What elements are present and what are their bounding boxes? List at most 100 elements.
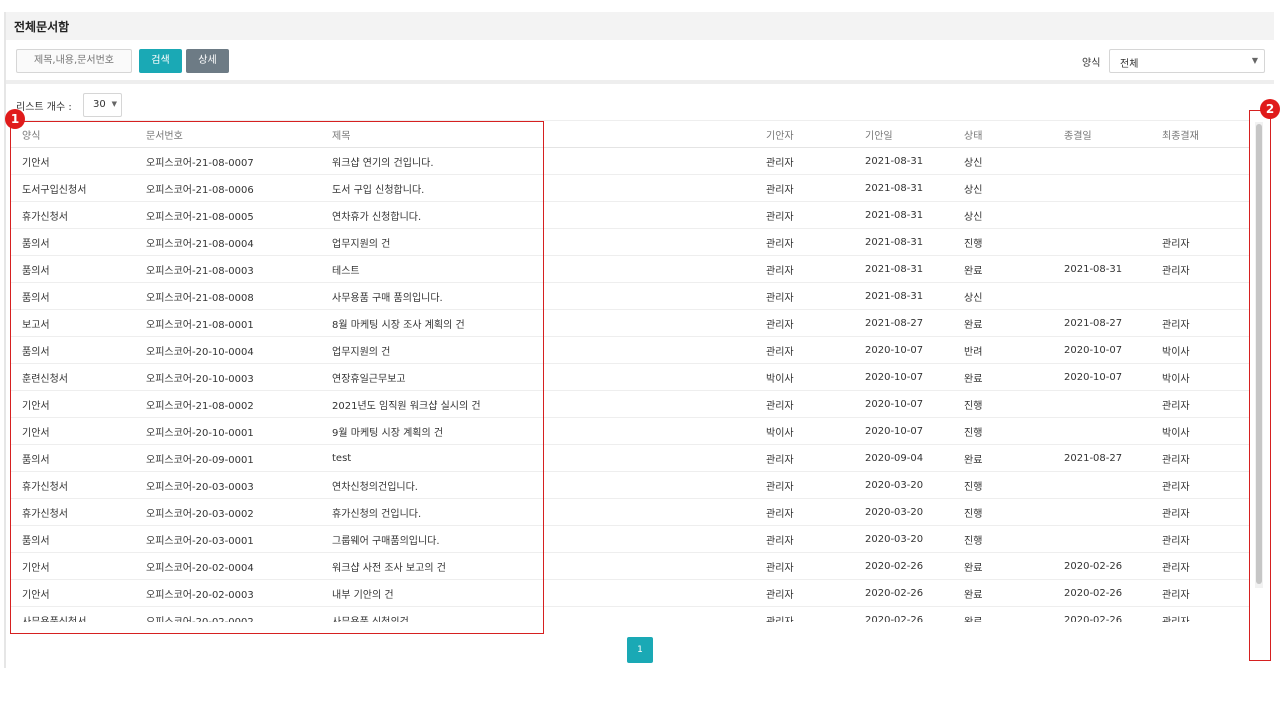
table-row[interactable]: 품의서 오피스코어-20-10-0004 업무지원의 건 관리자 2020-10-07 반… (10, 336, 1250, 364)
table-row[interactable]: 품의서 오피스코어-21-08-0003 테스트 관리자 2021-08-31 완료 202… (10, 255, 1250, 283)
table-row[interactable]: 품의서 오피스코어-20-09-0001 test 관리자 2020-09-04 완료 20… (10, 444, 1250, 472)
cell-status: 완료 (964, 363, 1064, 391)
cell-final-approver: 관리자 (1162, 606, 1250, 622)
cell-status: 상신 (964, 174, 1064, 202)
cell-closed-date: 2021-08-31 (1064, 255, 1162, 283)
cell-closed-date (1064, 201, 1162, 229)
toolbar-divider (6, 80, 1274, 84)
cell-status: 상신 (964, 147, 1064, 175)
search-button[interactable]: 검색 (139, 49, 182, 73)
chevron-down-icon: ▼ (1251, 56, 1258, 65)
table-row[interactable]: 품의서 오피스코어-21-08-0004 업무지원의 건 관리자 2021-08-31 진… (10, 228, 1250, 256)
cell-title[interactable]: 연장휴일근무보고 (332, 363, 766, 391)
annotation-badge-2: 2 (1260, 99, 1280, 119)
cell-form: 휴가신청서 (10, 498, 146, 526)
cell-doc-number: 오피스코어-20-02-0004 (146, 552, 332, 580)
table-row[interactable]: 휴가신청서 오피스코어-20-03-0003 연차신청의건입니다. 관리자 2020-0… (10, 471, 1250, 499)
cell-status: 진행 (964, 228, 1064, 256)
cell-drafter: 관리자 (766, 255, 865, 283)
cell-drafter: 관리자 (766, 228, 865, 256)
cell-draft-date: 2020-09-04 (865, 444, 964, 472)
cell-title[interactable]: test (332, 444, 766, 472)
table-row[interactable]: 품의서 오피스코어-21-08-0008 사무용품 구매 품의입니다. 관리자 2021… (10, 282, 1250, 310)
cell-final-approver (1162, 174, 1250, 202)
cell-final-approver: 관리자 (1162, 228, 1250, 256)
list-count-label: 리스트 개수 : (16, 102, 72, 113)
cell-doc-number: 오피스코어-21-08-0007 (146, 147, 332, 175)
cell-closed-date: 2020-10-07 (1064, 363, 1162, 391)
cell-title[interactable]: 휴가신청의 건입니다. (332, 498, 766, 526)
document-table: 양식 문서번호 제목 기안자 기안일 상태 종결일 최종결재 기안서 오피스코어-… (10, 120, 1250, 622)
detail-button[interactable]: 상세 (186, 49, 229, 73)
cell-form: 도서구입신청서 (10, 174, 146, 202)
cell-doc-number: 오피스코어-20-10-0004 (146, 336, 332, 364)
cell-status: 완료 (964, 552, 1064, 580)
cell-title[interactable]: 테스트 (332, 255, 766, 283)
list-count-value: 30 (93, 99, 106, 110)
header-draft-date[interactable]: 기안일 (865, 120, 964, 148)
cell-title[interactable]: 사무용품 신청의건 (332, 606, 766, 622)
cell-title[interactable]: 워크샵 연기의 건입니다. (332, 147, 766, 175)
cell-form: 휴가신청서 (10, 201, 146, 229)
cell-form: 기안서 (10, 417, 146, 445)
header-status[interactable]: 상태 (964, 120, 1064, 148)
cell-title[interactable]: 연차휴가 신청합니다. (332, 201, 766, 229)
header-final-approver[interactable]: 최종결재 (1162, 120, 1250, 148)
header-doc-number[interactable]: 문서번호 (146, 120, 332, 148)
header-drafter[interactable]: 기안자 (766, 120, 865, 148)
document-table-container: 양식 문서번호 제목 기안자 기안일 상태 종결일 최종결재 기안서 오피스코어-… (10, 120, 1250, 622)
cell-title[interactable]: 도서 구입 신청합니다. (332, 174, 766, 202)
table-row[interactable]: 도서구입신청서 오피스코어-21-08-0006 도서 구입 신청합니다. 관리자 20… (10, 174, 1250, 202)
cell-title[interactable]: 내부 기안의 건 (332, 579, 766, 607)
cell-title[interactable]: 업무지원의 건 (332, 336, 766, 364)
table-row[interactable]: 보고서 오피스코어-21-08-0001 8월 마케팅 시장 조사 계획의 건 관리자… (10, 309, 1250, 337)
pagination-page-1[interactable]: 1 (627, 637, 653, 663)
cell-title[interactable]: 연차신청의건입니다. (332, 471, 766, 499)
cell-title[interactable]: 8월 마케팅 시장 조사 계획의 건 (332, 309, 766, 337)
form-filter-label: 양식 (1082, 58, 1101, 69)
cell-doc-number: 오피스코어-20-03-0003 (146, 471, 332, 499)
table-row[interactable]: 기안서 오피스코어-20-02-0003 내부 기안의 건 관리자 2020-02-26… (10, 579, 1250, 607)
header-form[interactable]: 양식 (10, 120, 146, 148)
cell-draft-date: 2020-03-20 (865, 471, 964, 499)
cell-title[interactable]: 2021년도 임직원 워크샵 실시의 건 (332, 390, 766, 418)
header-title[interactable]: 제목 (332, 120, 766, 148)
cell-closed-date (1064, 471, 1162, 499)
cell-title[interactable]: 9월 마케팅 시장 계획의 건 (332, 417, 766, 445)
search-input[interactable] (16, 49, 132, 73)
cell-draft-date: 2020-03-20 (865, 525, 964, 553)
cell-final-approver: 박이사 (1162, 336, 1250, 364)
cell-title[interactable]: 사무용품 구매 품의입니다. (332, 282, 766, 310)
cell-closed-date (1064, 390, 1162, 418)
list-count-select[interactable]: 30 ▼ (83, 93, 122, 117)
cell-doc-number: 오피스코어-21-08-0004 (146, 228, 332, 256)
cell-draft-date: 2020-10-07 (865, 390, 964, 418)
table-row[interactable]: 기안서 오피스코어-21-08-0002 2021년도 임직원 워크샵 실시의 건관… (10, 390, 1250, 418)
cell-title[interactable]: 워크샵 사전 조사 보고의 건 (332, 552, 766, 580)
table-header-row: 양식 문서번호 제목 기안자 기안일 상태 종결일 최종결재 (10, 120, 1250, 148)
table-row[interactable]: 훈련신청서 오피스코어-20-10-0003 연장휴일근무보고 박이사 2020-10-… (10, 363, 1250, 391)
table-row[interactable]: 휴가신청서 오피스코어-20-03-0002 휴가신청의 건입니다. 관리자 2020-… (10, 498, 1250, 526)
left-border (4, 12, 6, 668)
cell-title[interactable]: 업무지원의 건 (332, 228, 766, 256)
table-row[interactable]: 기안서 오피스코어-20-02-0004 워크샵 사전 조사 보고의 건 관리자 202… (10, 552, 1250, 580)
table-row[interactable]: 품의서 오피스코어-20-03-0001 그룹웨어 구매품의입니다. 관리자 2020-… (10, 525, 1250, 553)
table-row[interactable]: 기안서 오피스코어-20-10-0001 9월 마케팅 시장 계획의 건 박이사 202… (10, 417, 1250, 445)
form-filter-select[interactable]: 전체 ▼ (1109, 49, 1265, 73)
cell-title[interactable]: 그룹웨어 구매품의입니다. (332, 525, 766, 553)
cell-doc-number: 오피스코어-21-08-0006 (146, 174, 332, 202)
table-row[interactable]: 기안서 오피스코어-21-08-0007 워크샵 연기의 건입니다. 관리자 2021-… (10, 147, 1250, 175)
cell-closed-date: 2021-08-27 (1064, 444, 1162, 472)
cell-final-approver: 관리자 (1162, 309, 1250, 337)
cell-doc-number: 오피스코어-20-09-0001 (146, 444, 332, 472)
header-closed-date[interactable]: 종결일 (1064, 120, 1162, 148)
cell-form: 사무용품신청서 (10, 606, 146, 622)
table-row[interactable]: 휴가신청서 오피스코어-21-08-0005 연차휴가 신청합니다. 관리자 2021-… (10, 201, 1250, 229)
table-row[interactable]: 사무용품신청서 오피스코어-20-02-0002 사무용품 신청의건 관리자 2020-… (10, 606, 1250, 622)
form-filter-value: 전체 (1120, 59, 1139, 70)
cell-final-approver: 관리자 (1162, 390, 1250, 418)
cell-drafter: 관리자 (766, 606, 865, 622)
scrollbar-thumb[interactable] (1256, 124, 1262, 584)
cell-final-approver: 관리자 (1162, 525, 1250, 553)
cell-final-approver: 관리자 (1162, 255, 1250, 283)
